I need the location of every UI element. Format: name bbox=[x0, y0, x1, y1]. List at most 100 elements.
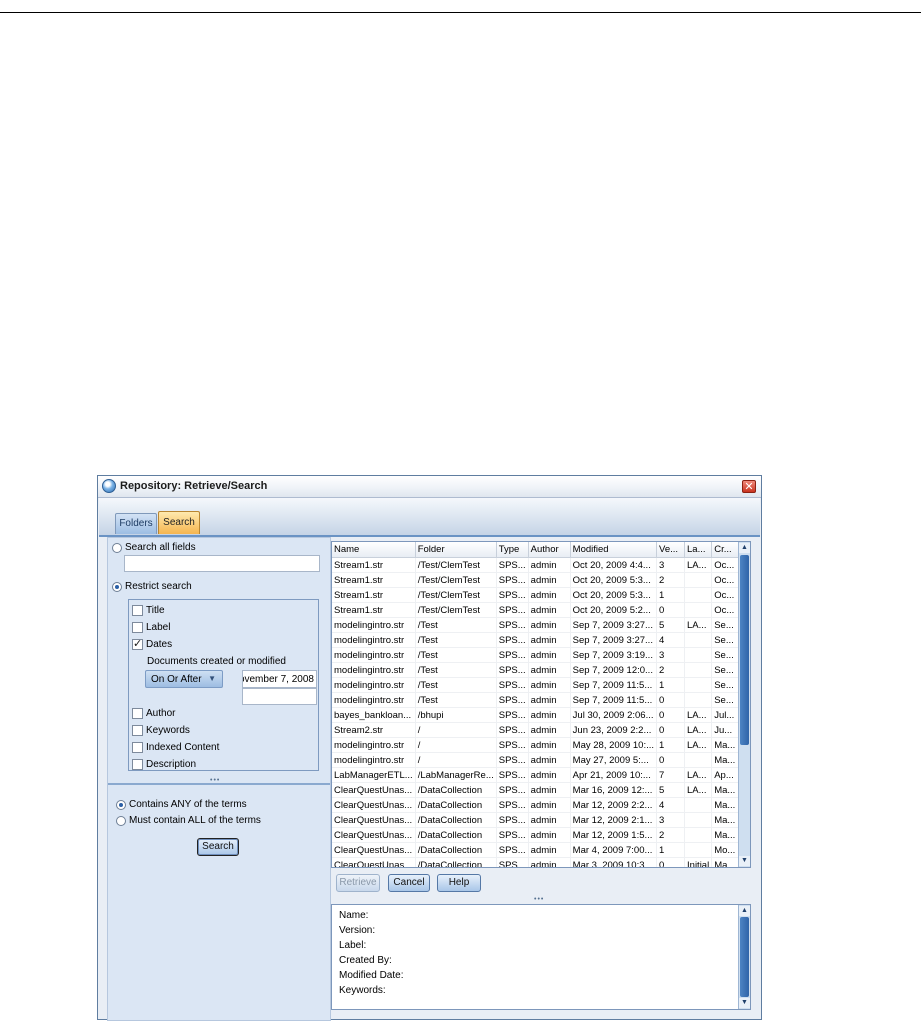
restrict-search-label: Restrict search bbox=[125, 581, 192, 592]
details-scroll-up-icon[interactable]: ▲ bbox=[739, 906, 750, 916]
table-row[interactable]: ClearQuestUnas.../DataCollection SPS... ad… bbox=[332, 857, 748, 867]
table-cell bbox=[684, 602, 713, 618]
title-checkbox[interactable] bbox=[132, 605, 143, 616]
table-row[interactable]: modelingintro.str / SPS... admin May 27, 200… bbox=[332, 752, 748, 768]
author-checkbox-label: Author bbox=[146, 708, 176, 719]
table-row[interactable]: Stream1.str/Test/ClemTest SPS... admin Oct … bbox=[332, 572, 748, 588]
table-cell: Sep 7, 2009 3:27... bbox=[570, 617, 658, 633]
table-row[interactable]: modelingintro.str / SPS... admin May 28, 200… bbox=[332, 737, 748, 753]
table-cell: LA... bbox=[684, 722, 713, 738]
splitter-grip-icon[interactable]: ••• bbox=[210, 777, 220, 784]
table-row[interactable]: Stream2.str / SPS... admin Jun 23, 2009 2:2.… bbox=[332, 722, 748, 738]
scroll-down-icon[interactable]: ▼ bbox=[739, 856, 750, 866]
table-cell: admin bbox=[528, 707, 571, 723]
table-row[interactable]: Stream1.str/Test/ClemTest SPS... admin Oct … bbox=[332, 602, 748, 618]
table-cell: Sep 7, 2009 11:5... bbox=[570, 677, 658, 693]
column-header[interactable]: Type bbox=[496, 542, 529, 558]
table-cell bbox=[684, 632, 713, 648]
dates-checkbox[interactable]: ✓ bbox=[132, 639, 143, 650]
column-header[interactable]: Ve... bbox=[656, 542, 686, 558]
table-row[interactable]: Stream1.str/Test/ClemTest SPS... admin Oct … bbox=[332, 557, 748, 573]
contains-all-radio[interactable] bbox=[116, 816, 126, 826]
table-cell: admin bbox=[528, 857, 571, 867]
table-cell: admin bbox=[528, 602, 571, 618]
table-row[interactable]: ClearQuestUnas.../DataCollection SPS... ad… bbox=[332, 782, 748, 798]
column-header[interactable]: Modified bbox=[570, 542, 658, 558]
table-cell: admin bbox=[528, 782, 571, 798]
search-all-fields-input[interactable] bbox=[124, 555, 320, 572]
column-header[interactable]: Author bbox=[528, 542, 571, 558]
table-cell: modelingintro.str bbox=[332, 632, 416, 648]
table-cell: SPS... bbox=[496, 797, 529, 813]
detail-version-label: Version: bbox=[339, 925, 376, 936]
table-cell: SPS... bbox=[496, 857, 529, 867]
table-cell: SPS... bbox=[496, 602, 529, 618]
table-row[interactable]: ClearQuestUnas.../DataCollection SPS... ad… bbox=[332, 797, 748, 813]
contains-any-radio[interactable] bbox=[116, 800, 126, 810]
table-cell: /Test/ClemTest bbox=[415, 557, 497, 573]
table-cell: Stream1.str bbox=[332, 587, 416, 603]
keywords-checkbox[interactable] bbox=[132, 725, 143, 736]
tab-folders[interactable]: Folders bbox=[115, 513, 157, 534]
table-cell: Jul 30, 2009 2:06... bbox=[570, 707, 658, 723]
date-value-input[interactable]: ovember 7, 2008 bbox=[242, 670, 317, 688]
column-header[interactable]: La... bbox=[684, 542, 713, 558]
table-row[interactable]: modelingintro.str/Test SPS... admin Sep 7, … bbox=[332, 617, 748, 633]
scroll-up-icon[interactable]: ▲ bbox=[739, 543, 750, 553]
scroll-thumb[interactable] bbox=[740, 555, 749, 745]
cancel-button[interactable]: Cancel bbox=[388, 874, 430, 892]
help-button[interactable]: Help bbox=[437, 874, 481, 892]
results-table: Name Folder Type Author Modified Ve... La... Cr… bbox=[332, 542, 748, 867]
table-cell: 0 bbox=[656, 722, 686, 738]
table-cell: /DataCollection bbox=[415, 827, 497, 843]
table-cell: 4 bbox=[656, 797, 686, 813]
table-row[interactable]: LabManagerETL.../LabManagerRe... SPS... ad… bbox=[332, 767, 748, 783]
table-row[interactable]: modelingintro.str/Test SPS... admin Sep 7, … bbox=[332, 647, 748, 663]
table-cell: /DataCollection bbox=[415, 812, 497, 828]
details-scrollbar[interactable]: ▲ ▼ bbox=[738, 905, 750, 1009]
table-cell: admin bbox=[528, 647, 571, 663]
description-checkbox[interactable] bbox=[132, 759, 143, 770]
table-row[interactable]: ClearQuestUnas.../DataCollection SPS... ad… bbox=[332, 812, 748, 828]
table-cell: SPS... bbox=[496, 752, 529, 768]
table-row[interactable]: modelingintro.str/Test SPS... admin Sep 7, … bbox=[332, 632, 748, 648]
column-header[interactable]: Name bbox=[332, 542, 416, 558]
table-cell: bayes_bankloan... bbox=[332, 707, 416, 723]
search-all-fields-radio[interactable] bbox=[112, 543, 122, 553]
restrict-fields-group: Title Label ✓ Dates Documents created or… bbox=[128, 599, 319, 771]
table-cell: Stream1.str bbox=[332, 572, 416, 588]
table-row[interactable]: modelingintro.str/Test SPS... admin Sep 7, … bbox=[332, 692, 748, 708]
details-splitter-grip-icon[interactable]: ••• bbox=[534, 896, 544, 903]
indexed-content-checkbox[interactable] bbox=[132, 742, 143, 753]
search-button[interactable]: Search bbox=[197, 838, 239, 856]
table-cell: Oct 20, 2009 5:3... bbox=[570, 572, 658, 588]
table-cell: SPS... bbox=[496, 677, 529, 693]
details-scroll-thumb[interactable] bbox=[740, 917, 749, 997]
table-row[interactable]: Stream1.str/Test/ClemTest SPS... admin Oct … bbox=[332, 587, 748, 603]
table-cell: Oct 20, 2009 4:4... bbox=[570, 557, 658, 573]
date-secondary-input[interactable] bbox=[242, 688, 317, 705]
table-cell bbox=[684, 752, 713, 768]
table-row[interactable]: bayes_bankloan.../bhupi SPS... admin Jul 30… bbox=[332, 707, 748, 723]
detail-name-label: Name: bbox=[339, 910, 369, 921]
details-scroll-down-icon[interactable]: ▼ bbox=[739, 998, 750, 1008]
column-header[interactable]: Folder bbox=[415, 542, 497, 558]
author-checkbox[interactable] bbox=[132, 708, 143, 719]
title-bar[interactable]: Repository: Retrieve/Search ✕ bbox=[98, 476, 761, 498]
table-cell: / bbox=[415, 722, 497, 738]
results-table-container: Name Folder Type Author Modified Ve... La... Cr… bbox=[331, 541, 751, 868]
restrict-search-radio[interactable] bbox=[112, 582, 122, 592]
retrieve-button[interactable]: Retrieve bbox=[336, 874, 380, 892]
table-cell: 4 bbox=[656, 632, 686, 648]
table-cell: 5 bbox=[656, 617, 686, 633]
tab-search[interactable]: Search bbox=[158, 511, 200, 534]
results-scrollbar[interactable]: ▲ ▼ bbox=[738, 542, 750, 867]
table-row[interactable]: ClearQuestUnas.../DataCollection SPS... ad… bbox=[332, 827, 748, 843]
table-row[interactable]: ClearQuestUnas.../DataCollection SPS... ad… bbox=[332, 842, 748, 858]
table-cell: admin bbox=[528, 572, 571, 588]
table-row[interactable]: modelingintro.str/Test SPS... admin Sep 7, … bbox=[332, 677, 748, 693]
table-row[interactable]: modelingintro.str/Test SPS... admin Sep 7, … bbox=[332, 662, 748, 678]
close-button[interactable]: ✕ bbox=[742, 480, 756, 493]
date-operator-dropdown[interactable]: On Or After ▼ bbox=[145, 670, 223, 688]
label-checkbox[interactable] bbox=[132, 622, 143, 633]
